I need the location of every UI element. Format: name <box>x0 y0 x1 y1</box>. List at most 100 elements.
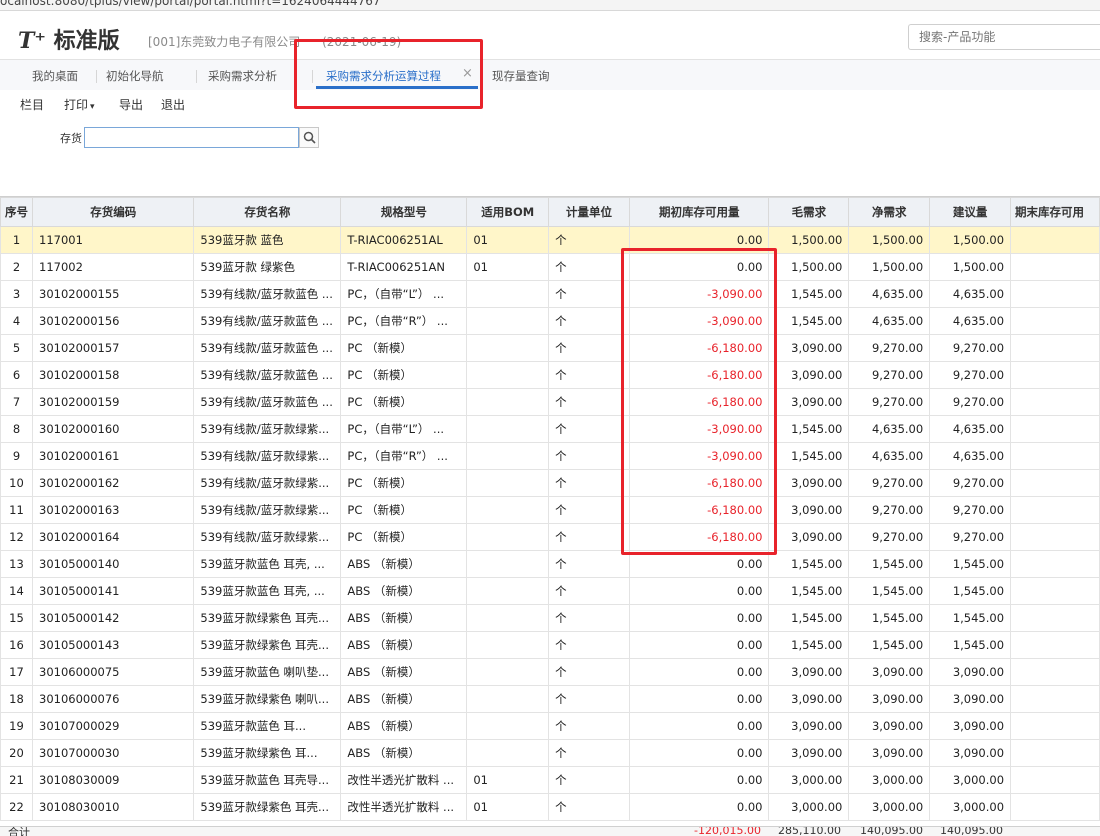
table-body: 1 117001 539蓝牙款 蓝色 T-RIAC006251AL 01 个 0.00 1,5… <box>0 226 1100 821</box>
table-row[interactable]: 11 30102000163 539有线款/蓝牙款绿紫... PC （新模） 个 -6,1… <box>0 496 1100 524</box>
table-cell: 1,545.00 <box>768 415 850 443</box>
table-row[interactable]: 6 30102000158 539有线款/蓝牙款蓝色 ... PC （新模） 个 -6,1… <box>0 361 1100 389</box>
table-cell-empty <box>1010 226 1100 254</box>
table-cell: 1,545.00 <box>929 604 1012 632</box>
table-cell: 3,090.00 <box>929 685 1012 713</box>
table-row[interactable]: 13 30105000140 539蓝牙款蓝色 耳壳, ... ABS （新模） 个 0.… <box>0 550 1100 578</box>
col-header[interactable]: 建议量 <box>929 197 1012 227</box>
demand-process-grid: 序号 存货编码 存货名称 规格型号 适用BOM 计量单位 期初库存可用量 毛需求… <box>0 196 1100 836</box>
table-cell: 4,635.00 <box>929 307 1012 335</box>
tab-purchase-demand-analysis[interactable]: 采购需求分析 <box>208 68 277 84</box>
col-header[interactable]: 存货编码 <box>31 197 195 227</box>
table-cell-empty <box>1010 658 1100 686</box>
table-cell-empty <box>1010 253 1100 281</box>
table-cell: 30102000162 <box>31 469 195 497</box>
tab-purchase-demand-process[interactable]: 采购需求分析运算过程 <box>326 68 441 84</box>
col-header[interactable]: 序号 <box>0 197 33 227</box>
table-row[interactable]: 16 30105000143 539蓝牙款绿紫色 耳壳... ABS （新模） 个 0.0… <box>0 631 1100 659</box>
table-cell: -6,180.00 <box>628 388 770 416</box>
table-row[interactable]: 19 30107000029 539蓝牙款蓝色 耳... ABS （新模）个 0.00 3… <box>0 712 1100 740</box>
table-cell: 01 <box>466 253 550 281</box>
col-header[interactable]: 期末库存可用 <box>1010 197 1100 227</box>
table-cell: 个 <box>548 442 630 470</box>
table-row[interactable]: 17 30106000075 539蓝牙款蓝色 喇叭垫... ABS （新模） 个 0.0… <box>0 658 1100 686</box>
table-row[interactable]: 20 30107000030 539蓝牙款绿紫色 耳... ABS （新模） 个 0.00… <box>0 739 1100 767</box>
table-cell <box>466 712 550 740</box>
print-button[interactable]: 打印 ▾ <box>64 96 95 113</box>
table-cell: 539有线款/蓝牙款蓝色 ... <box>193 388 342 416</box>
exit-button[interactable]: 退出 <box>161 96 185 113</box>
tab-init-nav[interactable]: 初始化导航 <box>106 68 164 84</box>
table-row[interactable]: 1 117001 539蓝牙款 蓝色 T-RIAC006251AL 01 个 0.00 1,5… <box>0 226 1100 254</box>
table-row[interactable]: 4 30102000156 539有线款/蓝牙款蓝色 ... PC，（自带“R”） .… <box>0 307 1100 335</box>
table-cell: 1,545.00 <box>929 577 1012 605</box>
table-row[interactable]: 3 30102000155 539有线款/蓝牙款蓝色 ... PC，（自带“L”） .… <box>0 280 1100 308</box>
table-cell: 1,545.00 <box>768 604 850 632</box>
table-row[interactable]: 5 30102000157 539有线款/蓝牙款蓝色 ... PC （新模） 个 -6,1… <box>0 334 1100 362</box>
tab-my-desktop[interactable]: 我的桌面 <box>32 68 78 84</box>
col-header[interactable]: 存货名称 <box>193 197 342 227</box>
table-cell-empty <box>1010 739 1100 767</box>
table-cell: 3,000.00 <box>768 793 850 821</box>
col-header[interactable]: 毛需求 <box>768 197 850 227</box>
browser-address-bar[interactable]: ocalhost:8080/tplus/view/portal/portal.h… <box>0 0 1100 11</box>
product-search-input[interactable] <box>908 24 1100 50</box>
table-row[interactable]: 12 30102000164 539有线款/蓝牙款绿紫... PC （新模） 个 -6,1… <box>0 523 1100 551</box>
table-cell: 9,270.00 <box>929 496 1012 524</box>
tab-stock-query[interactable]: 现存量查询 <box>492 68 550 84</box>
table-cell: 4,635.00 <box>848 415 931 443</box>
table-cell <box>466 361 550 389</box>
table-cell: 9,270.00 <box>848 361 931 389</box>
table-row[interactable]: 21 30108030009 539蓝牙款蓝色 耳壳导... 改性半透光扩散料 ...… <box>0 766 1100 794</box>
table-cell <box>466 739 550 767</box>
table-cell: 01 <box>466 766 550 794</box>
table-cell: PC （新模） <box>340 469 468 497</box>
table-cell: 539蓝牙款绿紫色 耳... <box>193 739 342 767</box>
table-row[interactable]: 2 117002 539蓝牙款 绿紫色 T-RIAC006251AN 01 个 0.00 1,… <box>0 253 1100 281</box>
table-cell <box>466 604 550 632</box>
col-header[interactable]: 规格型号 <box>340 197 468 227</box>
table-row[interactable]: 22 30108030010 539蓝牙款绿紫色 耳壳... 改性半透光扩散料 ...… <box>0 793 1100 821</box>
table-cell: ABS （新模） <box>340 577 468 605</box>
col-header[interactable]: 计量单位 <box>548 197 630 227</box>
table-row[interactable]: 14 30105000141 539蓝牙款蓝色 耳壳, ... ABS （新模） 个 0.… <box>0 577 1100 605</box>
col-header[interactable]: 适用BOM <box>466 197 550 227</box>
table-cell: 539有线款/蓝牙款蓝色 ... <box>193 334 342 362</box>
table-cell-empty <box>1010 685 1100 713</box>
table-cell: 1,500.00 <box>929 253 1012 281</box>
table-row[interactable]: 10 30102000162 539有线款/蓝牙款绿紫... PC （新模） 个 -6,1… <box>0 469 1100 497</box>
table-row[interactable]: 8 30102000160 539有线款/蓝牙款绿紫... PC，（自带“L”） ..… <box>0 415 1100 443</box>
table-row[interactable]: 9 30102000161 539有线款/蓝牙款绿紫... PC，（自带“R”） ..… <box>0 442 1100 470</box>
table-cell: 0.00 <box>628 253 770 281</box>
active-tab-indicator <box>316 86 478 89</box>
export-button[interactable]: 导出 <box>119 96 143 113</box>
table-cell: 30102000156 <box>31 307 195 335</box>
col-header[interactable]: 净需求 <box>848 197 931 227</box>
table-cell <box>466 388 550 416</box>
columns-button[interactable]: 栏目 <box>20 96 44 113</box>
inventory-filter-input[interactable] <box>84 127 299 148</box>
table-row[interactable]: 15 30105000142 539蓝牙款绿紫色 耳壳... ABS （新模） 个 0.0… <box>0 604 1100 632</box>
table-cell: 1,500.00 <box>768 226 850 254</box>
table-cell: 9,270.00 <box>848 334 931 362</box>
table-cell: 30102000161 <box>31 442 195 470</box>
table-cell-empty <box>1010 334 1100 362</box>
col-header[interactable]: 期初库存可用量 <box>628 197 770 227</box>
inventory-search-button[interactable] <box>299 127 319 148</box>
table-cell-empty <box>1010 793 1100 821</box>
table-cell: 0.00 <box>628 631 770 659</box>
table-cell: ABS （新模） <box>340 631 468 659</box>
table-cell: 30105000141 <box>31 577 195 605</box>
search-icon <box>303 131 316 144</box>
tab-bar: 我的桌面 初始化导航 采购需求分析 采购需求分析运算过程 × 现存量查询 <box>0 60 1100 91</box>
table-cell: 个 <box>548 523 630 551</box>
table-cell: 个 <box>548 307 630 335</box>
tab-close-icon[interactable]: × <box>462 66 473 81</box>
table-cell: 个 <box>548 415 630 443</box>
company-info: [001]东莞致力电子有限公司 (2021-06-19) <box>148 33 401 50</box>
table-cell: 4,635.00 <box>848 307 931 335</box>
table-cell: 3,000.00 <box>929 766 1012 794</box>
table-row[interactable]: 7 30102000159 539有线款/蓝牙款蓝色 ... PC （新模） 个 -6,1… <box>0 388 1100 416</box>
table-row[interactable]: 18 30106000076 539蓝牙款绿紫色 喇叭... ABS （新模） 个 0.0… <box>0 685 1100 713</box>
table-cell: 个 <box>548 469 630 497</box>
